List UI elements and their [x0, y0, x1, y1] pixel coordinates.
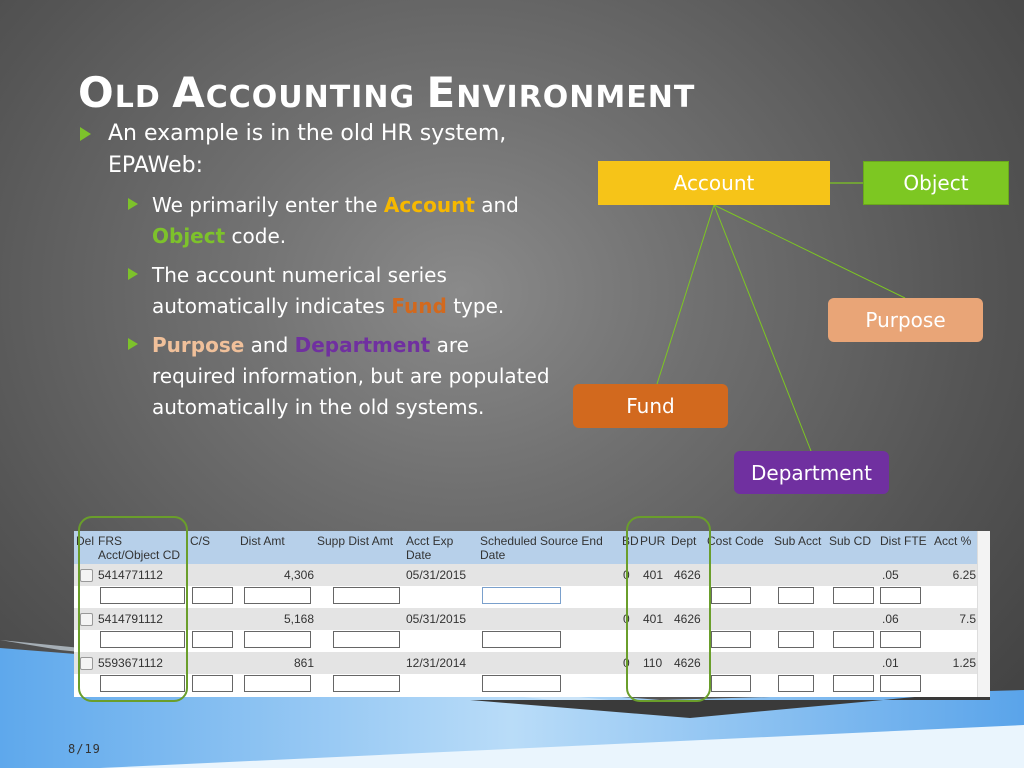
highlight-frs-column — [78, 516, 188, 702]
bullet-text: An example is in the old HR system, — [108, 121, 507, 146]
table-scrollbar[interactable] — [977, 531, 990, 697]
highlight-department: Department — [294, 333, 431, 357]
bullet-text: automatically indicates — [152, 294, 392, 318]
cell-dist-fte: .01 — [882, 656, 899, 670]
cell-acct-exp-date: 05/31/2015 — [406, 568, 467, 582]
header-dist-fte: Dist FTE — [880, 534, 927, 548]
header-acct-exp-date: Acct Exp Date — [406, 534, 454, 562]
slide: OLD ACCOUNTING ENVIRONMENT An example is… — [0, 0, 1024, 768]
sub-bullet-account-object: We primarily enter the Account and Objec… — [78, 190, 578, 252]
dist-amt-input[interactable] — [244, 587, 311, 604]
epaweb-distribution-table: Del FRS Acct/Object CD C/S Dist Amt Supp … — [74, 531, 990, 697]
sub-cd-input[interactable] — [833, 675, 874, 692]
node-label: Purpose — [865, 308, 946, 332]
bullet-arrow-icon — [128, 338, 138, 350]
page-number: 8/19 — [68, 742, 101, 756]
diagram-node-department: Department — [734, 451, 889, 494]
cell-acct-pct: 6.25 — [952, 568, 976, 582]
bullet-list: An example is in the old HR system, EPAW… — [78, 118, 578, 423]
cell-dist-amt: 4,306 — [283, 568, 314, 582]
cost-code-input[interactable] — [711, 675, 751, 692]
sub-acct-input[interactable] — [778, 631, 814, 648]
bullet-text: We primarily enter the — [152, 193, 384, 217]
bullet-text: type. — [446, 294, 505, 318]
bullet-text: EPAWeb: — [108, 153, 203, 178]
dist-amt-input[interactable] — [244, 631, 311, 648]
supp-dist-amt-input[interactable] — [333, 631, 400, 648]
dist-fte-input[interactable] — [880, 675, 921, 692]
diagram-node-account: Account — [598, 161, 830, 205]
connector-account-fund — [656, 204, 715, 385]
cell-dist-amt: 861 — [293, 656, 314, 670]
header-sub-cd: Sub CD — [829, 534, 872, 548]
slide-title: OLD ACCOUNTING ENVIRONMENT — [78, 68, 696, 117]
bullet-text: The account numerical series — [152, 263, 447, 287]
cell-acct-exp-date: 12/31/2014 — [406, 656, 467, 670]
bullet-text: required information, but are populated — [152, 364, 550, 388]
diagram-node-fund: Fund — [573, 384, 728, 428]
scheduled-end-date-input[interactable] — [482, 675, 561, 692]
header-supp-dist-amt: Supp Dist Amt — [317, 534, 394, 548]
diagram-node-object: Object — [863, 161, 1009, 205]
dist-amt-input[interactable] — [244, 675, 311, 692]
sub-cd-input[interactable] — [833, 631, 874, 648]
header-scheduled-source-end-date: Scheduled Source End Date — [480, 534, 603, 562]
table-row: 5593671112 861 12/31/2014 0 110 4626 .01… — [74, 652, 978, 674]
scheduled-end-date-input[interactable] — [482, 631, 561, 648]
cs-input[interactable] — [192, 587, 233, 604]
header-cs: C/S — [190, 534, 211, 548]
header-cost-code: Cost Code — [707, 534, 764, 548]
bullet-text: and — [244, 333, 295, 357]
cs-input[interactable] — [192, 631, 233, 648]
node-label: Fund — [626, 394, 675, 418]
cell-acct-pct: 1.25 — [952, 656, 976, 670]
cs-input[interactable] — [192, 675, 233, 692]
bullet-arrow-icon — [80, 127, 91, 141]
dist-fte-input[interactable] — [880, 587, 921, 604]
header-acct-pct: Acct % — [934, 534, 972, 548]
supp-dist-amt-input[interactable] — [333, 587, 400, 604]
bullet-text: automatically in the old systems. — [152, 395, 485, 419]
connector-account-department — [713, 204, 812, 452]
highlight-pur-dept-columns — [626, 516, 711, 702]
scheduled-end-date-input[interactable] — [482, 587, 561, 604]
bullet-arrow-icon — [128, 268, 138, 280]
header-sub-acct: Sub Acct — [774, 534, 822, 548]
sub-acct-input[interactable] — [778, 587, 814, 604]
cell-dist-fte: .06 — [882, 612, 899, 626]
node-label: Department — [750, 460, 873, 485]
bullet-main: An example is in the old HR system, EPAW… — [78, 118, 578, 182]
highlight-account: Account — [383, 193, 475, 217]
bullet-text: and — [474, 193, 519, 217]
highlight-purpose: Purpose — [152, 333, 245, 357]
sub-cd-input[interactable] — [833, 587, 874, 604]
node-label: Object — [903, 171, 969, 195]
bullet-arrow-icon — [128, 198, 138, 210]
highlight-object: Object — [152, 224, 226, 248]
highlight-fund: Fund — [391, 294, 447, 318]
bullet-text: are — [430, 333, 469, 357]
supp-dist-amt-input[interactable] — [333, 675, 400, 692]
cell-dist-amt: 5,168 — [283, 612, 314, 626]
dist-fte-input[interactable] — [880, 631, 921, 648]
cost-code-input[interactable] — [711, 587, 751, 604]
cell-acct-pct: 7.5 — [959, 612, 976, 626]
table-row: 5414771112 4,306 05/31/2015 0 401 4626 .… — [74, 564, 978, 586]
node-label: Account — [673, 171, 755, 195]
sub-bullet-purpose-department: Purpose and Department are required info… — [78, 330, 578, 423]
connector-account-purpose — [713, 204, 906, 299]
cell-dist-fte: .05 — [882, 568, 899, 582]
diagram-node-purpose: Purpose — [828, 298, 983, 342]
table-header: Del FRS Acct/Object CD C/S Dist Amt Supp … — [74, 531, 978, 564]
cost-code-input[interactable] — [711, 631, 751, 648]
sub-acct-input[interactable] — [778, 675, 814, 692]
header-dist-amt: Dist Amt — [240, 534, 285, 548]
table-row: 5414791112 5,168 05/31/2015 0 401 4626 .… — [74, 608, 978, 630]
cell-acct-exp-date: 05/31/2015 — [406, 612, 467, 626]
sub-bullet-fund: The account numerical series automatical… — [78, 260, 578, 322]
bullet-text: code. — [225, 224, 287, 248]
